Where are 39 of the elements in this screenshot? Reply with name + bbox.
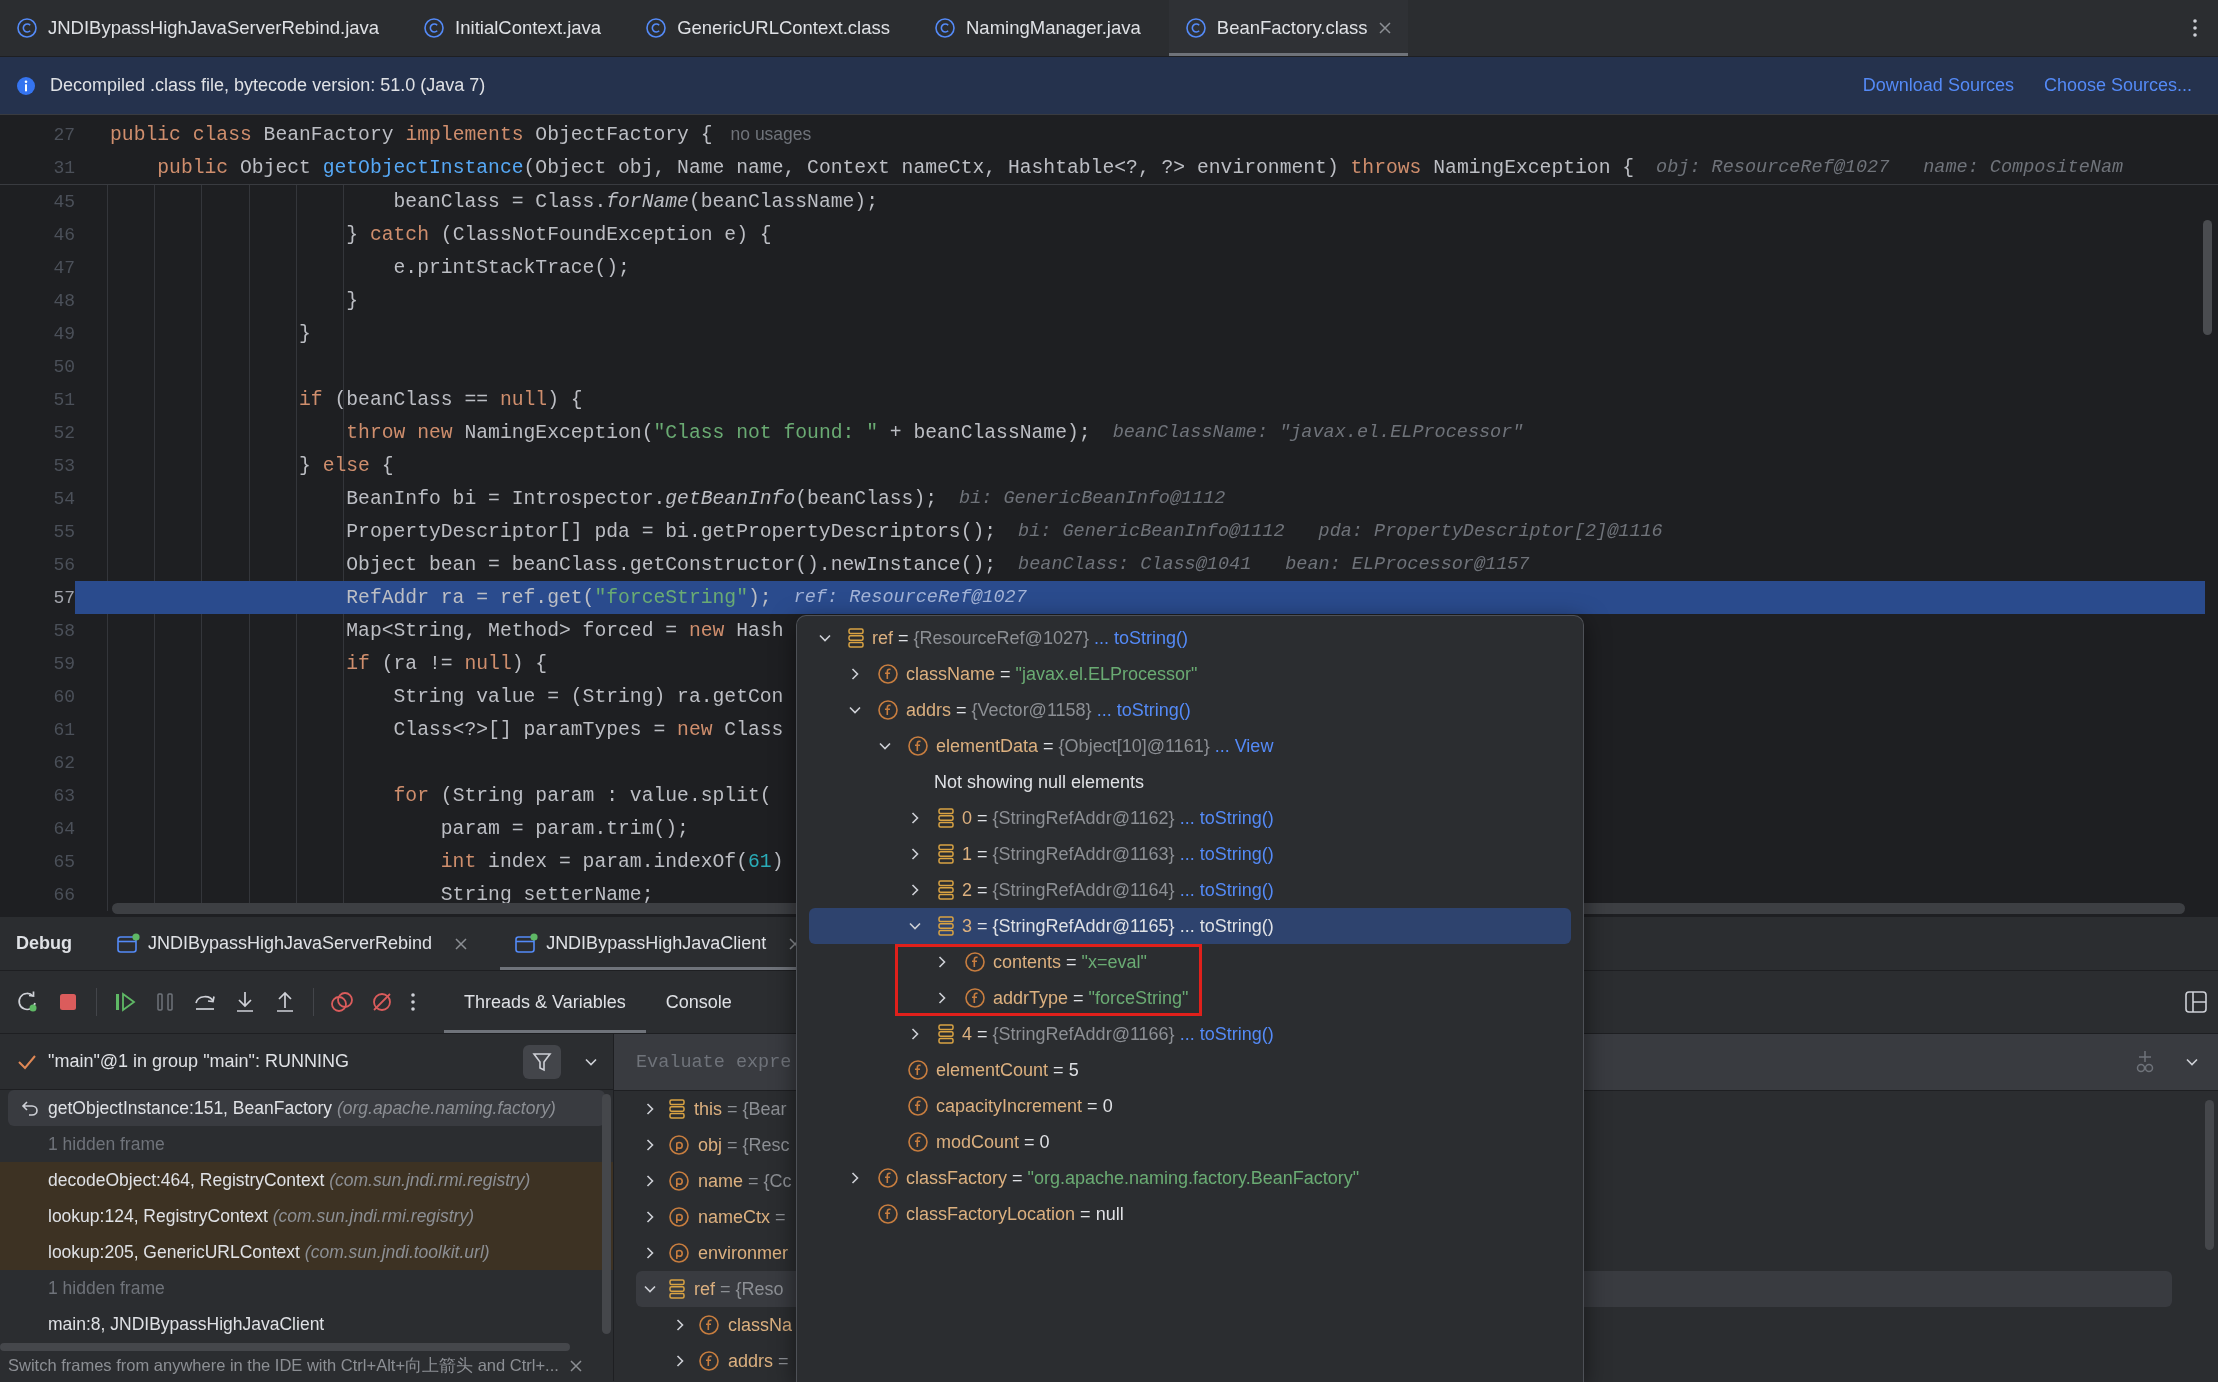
code-text: PropertyDescriptor[] pda = bi.getPropertyDescriptors(); (345, 520, 997, 543)
panel-title: Debug (16, 933, 72, 954)
code-text: } (298, 322, 311, 345)
code-text: } (345, 289, 359, 312)
code-text: beanClass = Class.forName(beanClassName); (392, 190, 878, 213)
code-text: if (ra != null) { (345, 652, 548, 675)
code-text: throw new NamingException("Class not found: " + beanClassName); (345, 421, 1091, 444)
code-text: Map<String, Method> forced = new Hash (345, 619, 784, 642)
code-text: public Object getObjectInstance(Object obj, Name name, Context nameCtx, Hashtable<?, ?> environment) throws NamingException { (156, 156, 1635, 179)
inline-hint: name: CompositeNam (1923, 157, 2124, 178)
hidden-frames-label: 1 hidden frame (47, 1132, 166, 1156)
inline-hint: ref: ResourceRef@1027 (793, 587, 1027, 608)
code-text: BeanInfo bi = Introspector.getBeanInfo(beanClass); (345, 487, 938, 510)
code-text: RefAddr ra = ref.get("forceString"); (345, 586, 772, 609)
code-text: if (beanClass == null) { (298, 388, 583, 411)
null-elements-note: Not showing null elements (933, 770, 1146, 794)
code-text: Object bean = beanClass.getConstructor().newInstance(); (345, 553, 997, 576)
line-number: 57 (52, 587, 75, 608)
banner-text: Decompiled .class file, bytecode version: 51.0 (Java 7) (50, 75, 486, 96)
code-text: String setterName; (439, 883, 654, 906)
inline-hint: bi: GenericBeanInfo@1112 (1018, 521, 1285, 542)
code-text: int index = param.indexOf(61) (439, 850, 784, 873)
inline-hint: beanClassName: "javax.el.ELProcessor" (1112, 422, 1524, 443)
inline-hint: bean: ELProcessor@1157 (1285, 554, 1530, 575)
code-text: for (String param : value.split( (392, 784, 772, 807)
code-text: public class BeanFactory implements ObjectFactory { (110, 123, 713, 146)
usages-hint: no usages (730, 124, 812, 145)
code-text: String value = (String) ra.getCon (392, 685, 784, 708)
code-text: Class<?>[] paramTypes = new Class (392, 718, 784, 741)
inline-hint: beanClass: Class@1041 (1018, 554, 1252, 575)
code-text: param = param.trim(); (439, 817, 689, 840)
inline-hint: bi: GenericBeanInfo@1112 (959, 488, 1226, 509)
inline-hint: obj: ResourceRef@1027 (1656, 157, 1890, 178)
hidden-frames-label: 1 hidden frame (47, 1276, 166, 1300)
inline-hint: pda: PropertyDescriptor[2]@1116 (1318, 521, 1663, 542)
code-text: } else { (298, 454, 394, 477)
code-text: e.printStackTrace(); (392, 256, 630, 279)
code-text: } catch (ClassNotFoundException e) { (345, 223, 772, 246)
hint-text: Switch frames from anywhere in the IDE with Ctrl+Alt+向上箭头 and Ctrl+... (8, 1355, 559, 1377)
